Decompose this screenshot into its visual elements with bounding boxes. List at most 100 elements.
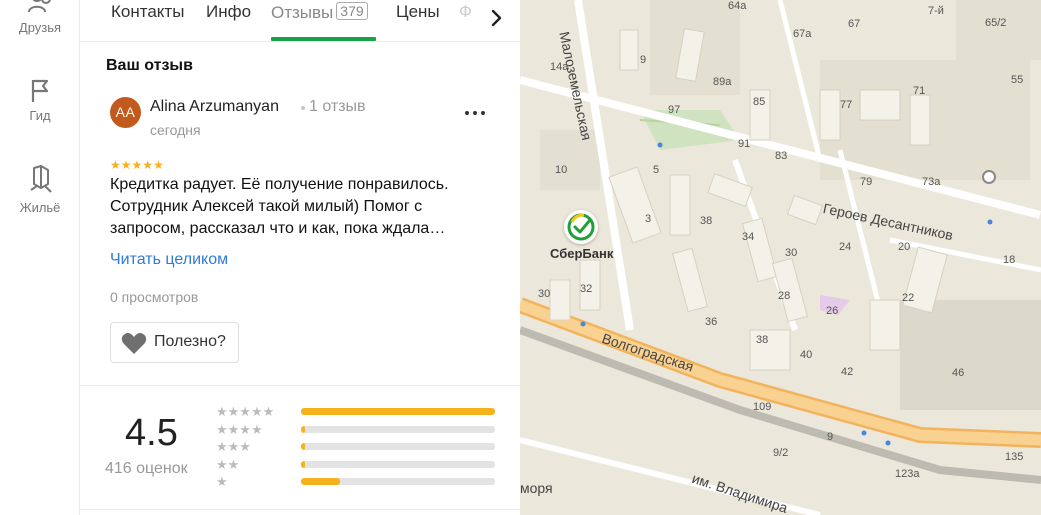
histogram-bar [301,425,495,433]
house-number-label: 28 [778,290,791,302]
useful-label: Полезно? [154,333,226,350]
house-number-label: 5 [653,164,660,176]
nav-rail: Друзья Гид Жильё [0,0,80,515]
sberbank-logo-icon [567,213,595,241]
nav-item-housing[interactable]: Жильё [0,164,80,215]
house-number-label: 3 [645,213,652,225]
author-name[interactable]: Alina Arzumanyan [150,98,279,116]
nav-label-friends: Друзья [18,20,62,35]
histogram-bar-fill [301,460,305,468]
house-number-label: 46 [952,367,965,379]
tab-reviews-label: Отзывы [271,3,334,22]
tab-reviews[interactable]: Отзывы 379 [271,2,368,23]
street-label-morya: моря [520,480,553,496]
divider [80,385,520,386]
histogram-bar-fill [301,478,340,485]
house-number-label: 40 [800,349,813,361]
house-number-label: 32 [580,283,593,295]
tab-photos[interactable]: Ф [459,2,472,22]
histogram-bar-fill [301,408,495,415]
house-number-label: 42 [841,366,854,378]
house-number-label: 73a [922,176,941,188]
your-review-title: Ваш отзыв [106,57,193,74]
house-number-label: 20 [898,241,911,253]
star-icon: ★ [153,158,164,172]
histogram-stars: ★★ [216,456,240,472]
house-number-label: 26 [826,305,839,317]
histogram-stars: ★★★★★ [216,404,275,419]
house-number-label: 123a [895,468,920,480]
house-number-label: 65/2 [985,17,1007,29]
house-number-label: 79 [860,176,873,188]
house-number-label: 30 [785,247,798,259]
star-icon: ★ [120,158,132,172]
star-icon: ★ [142,158,154,172]
house-number-label: 97 [668,104,681,116]
histogram-stars: ★ [216,474,228,489]
house-number-label: 24 [839,241,852,253]
average-rating: 4.5 [125,412,178,454]
house-number-label: 9 [827,431,834,443]
histogram-bar-fill [301,425,305,433]
review-text: Кредитка радует. Её получение понравилос… [110,176,449,237]
histogram-bar [301,478,495,485]
map-view[interactable]: 64a 67 67a 7-й 65/2 14a 9 89a 55 97 85 77 71 91 83 79 73… [520,0,1041,515]
author-review-count: 1 отзыв [309,98,366,115]
house-number-label: 10 [555,164,568,176]
house-number-label: 36 [705,316,718,328]
nav-label-housing: Жильё [19,200,61,215]
org-panel: Контакты Инфо Отзывы 379 Цены Ф Ваш отзыв… [80,0,520,515]
heart-icon [121,333,147,354]
house-number-label: 55 [1011,74,1024,86]
useful-button[interactable]: Полезно? [110,322,239,363]
tab-bar: Контакты Инфо Отзывы 379 Цены Ф [80,0,520,42]
views-count: 0 просмотров [110,289,199,305]
histogram-bar [301,460,495,468]
histogram-stars: ★★★★ [216,421,263,437]
house-number-label: 67a [793,28,812,40]
separator-dot [301,106,305,110]
divider [80,509,520,510]
tab-info[interactable]: Инфо [206,2,251,22]
histogram-bar [301,443,495,450]
flag-icon [31,79,49,102]
house-number-label: 85 [753,96,766,108]
nav-item-guide[interactable]: Гид [0,76,80,123]
star-icon: ★ [110,158,121,172]
poi-pin[interactable] [564,210,598,244]
chevron-right-icon[interactable] [484,6,508,30]
tab-contacts[interactable]: Контакты [111,2,184,22]
more-dots-icon[interactable] [462,104,488,122]
house-number-label: 38 [700,215,713,227]
nav-item-friends[interactable]: Друзья [0,0,80,35]
friends-icon [28,0,51,13]
house-number-label: 7-й [928,5,944,17]
house-number-label: 135 [1005,451,1024,463]
tab-reviews-count: 379 [336,2,368,20]
review-stars: ★★★★★ [110,156,164,172]
house-number-label: 83 [775,150,788,162]
review-date: сегодня [150,122,201,138]
histogram-bar-fill [301,443,305,450]
house-number-label: 109 [753,401,772,413]
house-number-label: 71 [913,85,926,97]
house-number-label: 34 [742,231,755,243]
active-tab-indicator [271,37,376,41]
poi-label[interactable]: СберБанк [550,246,613,261]
histogram-bar [301,408,495,415]
nav-label-guide: Гид [29,108,51,123]
house-icon [30,165,52,193]
house-number-label: 91 [738,138,751,150]
house-number-label: 22 [902,292,915,304]
house-number-label: 30 [538,288,551,300]
histogram-stars: ★★★ [216,439,251,454]
tab-prices[interactable]: Цены [396,2,440,22]
house-number-label: 64a [728,0,747,12]
house-number-label: 18 [1003,254,1016,266]
read-more-link[interactable]: Читать целиком [110,251,228,269]
star-icon: ★ [131,158,143,172]
house-number-label: 89a [713,76,732,88]
house-number-label: 9 [640,54,647,66]
house-number-label: 38 [756,334,769,346]
avatar[interactable]: AA [110,97,141,128]
